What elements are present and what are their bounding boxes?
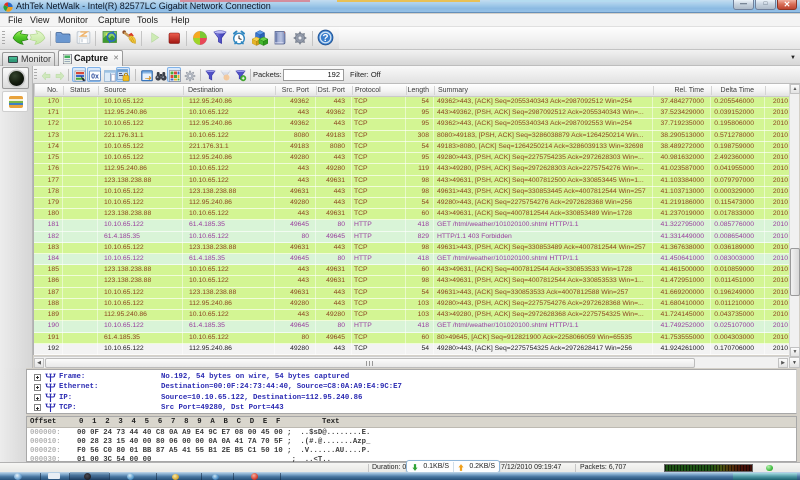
svg-text:0x: 0x <box>91 74 99 81</box>
svg-text:?: ? <box>322 33 328 44</box>
